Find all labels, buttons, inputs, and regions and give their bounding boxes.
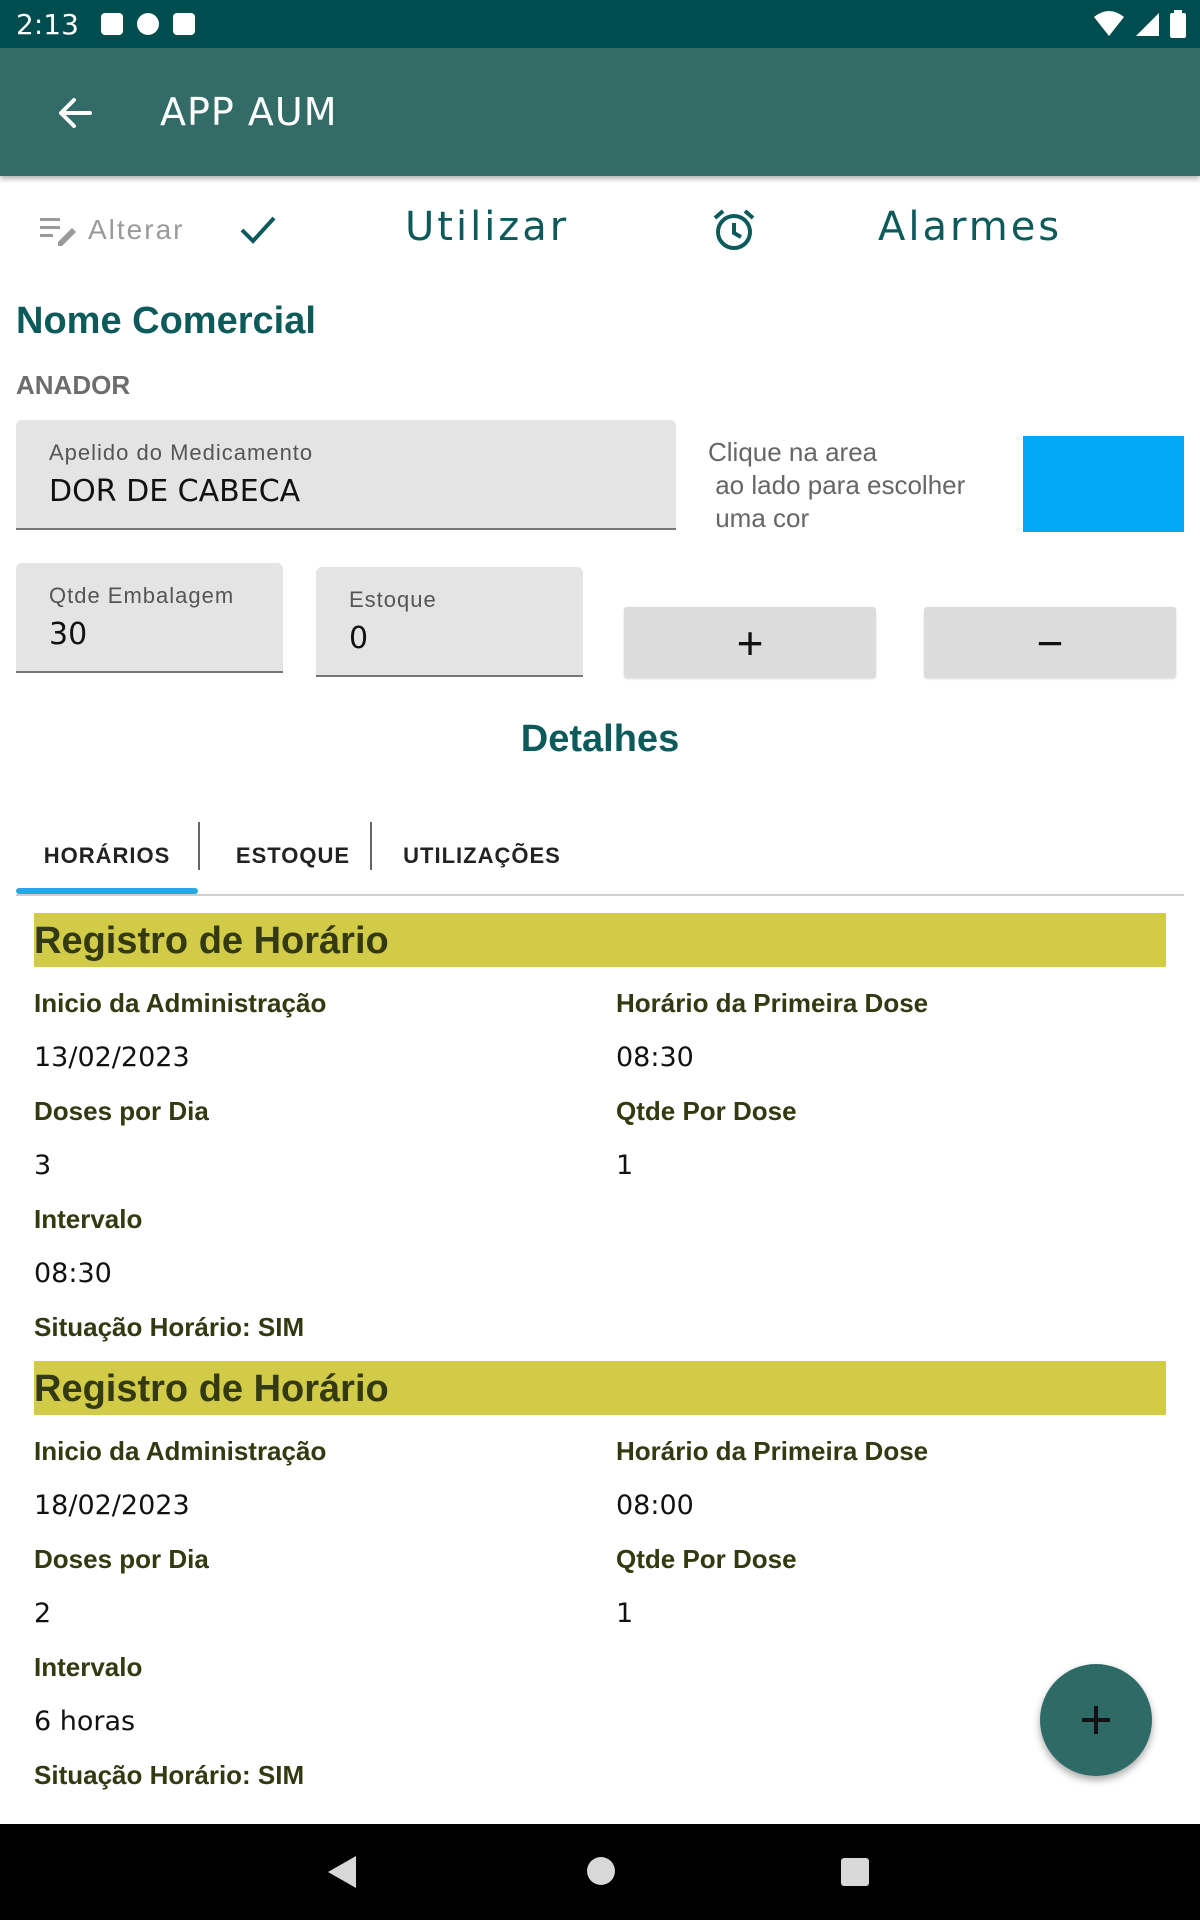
stock-label: Estoque (349, 587, 437, 612)
color-hint-text: Clique na area ao lado para escolher uma… (708, 437, 966, 533)
stock-field[interactable]: Estoque 0 (316, 567, 583, 677)
start-date-label: Inicio da Administração (34, 1436, 327, 1466)
decrement-stock-button[interactable]: − (924, 607, 1176, 678)
commercial-name-value: ANADOR (16, 370, 131, 400)
alarm-clock-icon[interactable] (710, 206, 758, 254)
first-dose-time-value: 08:30 (616, 1042, 694, 1073)
sd-card-icon (172, 13, 195, 35)
app-notification-icon (136, 13, 159, 35)
package-quantity-label: Qtde Embalagem (49, 583, 235, 608)
status-time: 2:13 (16, 7, 79, 41)
back-arrow-icon[interactable] (50, 88, 100, 138)
first-dose-time-label: Horário da Primeira Dose (616, 1436, 929, 1466)
start-date-label: Inicio da Administração (34, 988, 327, 1018)
app-title: APP AUM (160, 90, 338, 134)
battery-icon (1170, 10, 1186, 38)
edit-button[interactable]: Alterar (38, 212, 184, 248)
app-bar: APP AUM (0, 48, 1200, 176)
wifi-icon (1094, 11, 1124, 36)
qty-per-dose-value: 1 (616, 1150, 634, 1181)
nav-back-icon[interactable] (326, 1854, 358, 1890)
qty-per-dose-value: 1 (616, 1598, 634, 1629)
alarms-button[interactable]: Alarmes (878, 204, 1062, 250)
doses-per-day-label: Doses por Dia (34, 1096, 209, 1126)
edit-note-icon (40, 218, 76, 246)
interval-label: Intervalo (34, 1652, 143, 1682)
use-button[interactable]: Utilizar (405, 204, 569, 250)
system-icons (1094, 10, 1186, 38)
tab-horarios[interactable]: HORÁRIOS (16, 818, 198, 894)
start-date-value: 18/02/2023 (34, 1490, 190, 1521)
tab-estoque[interactable]: ESTOQUE (200, 818, 386, 894)
start-date-value: 13/02/2023 (34, 1042, 190, 1073)
nickname-field[interactable]: Apelido do Medicamento DOR DE CABECA (16, 420, 676, 530)
doses-per-day-label: Doses por Dia (34, 1544, 209, 1574)
schedule-status: Situação Horário: SIM (34, 1312, 305, 1342)
package-quantity-value: 30 (49, 617, 88, 652)
doses-per-day-value: 3 (34, 1150, 52, 1181)
notification-icons (100, 13, 195, 35)
color-picker-area[interactable] (1023, 436, 1184, 532)
schedule-status: Situação Horário: SIM (34, 1760, 305, 1790)
interval-label: Intervalo (34, 1204, 143, 1234)
details-heading: Detalhes (520, 718, 680, 760)
action-row: Alterar Utilizar Alarmes (0, 196, 1200, 266)
qty-per-dose-label: Qtde Por Dose (616, 1544, 797, 1574)
details-tabs: HORÁRIOS ESTOQUE UTILIZAÇÕES (16, 818, 1184, 896)
commercial-name-heading: Nome Comercial (16, 300, 316, 342)
signal-icon (1136, 13, 1159, 36)
nav-home-icon[interactable] (586, 1856, 616, 1886)
nickname-label: Apelido do Medicamento (49, 440, 314, 465)
record-header: Registro de Horário (34, 913, 1166, 967)
nav-recents-icon[interactable] (840, 1857, 870, 1887)
qty-per-dose-label: Qtde Por Dose (616, 1096, 797, 1126)
stock-value: 0 (349, 621, 369, 656)
doses-per-day-value: 2 (34, 1598, 52, 1629)
status-bar: 2:13 (0, 0, 1200, 48)
plus-icon (1082, 1706, 1110, 1734)
nickname-value: DOR DE CABECA (49, 474, 301, 509)
system-navigation-bar (0, 1824, 1200, 1920)
tab-selected-indicator (16, 888, 198, 894)
keyboard-notification-icon (100, 13, 123, 35)
tab-utilizacoes[interactable]: UTILIZAÇÕES (372, 818, 592, 894)
first-dose-time-label: Horário da Primeira Dose (616, 988, 929, 1018)
check-icon[interactable] (236, 210, 280, 250)
increment-stock-button[interactable]: + (624, 607, 876, 678)
edit-label: Alterar (88, 214, 185, 245)
record-header: Registro de Horário (34, 1361, 1166, 1415)
add-schedule-fab[interactable] (1040, 1664, 1152, 1776)
package-quantity-field[interactable]: Qtde Embalagem 30 (16, 563, 283, 673)
first-dose-time-value: 08:00 (616, 1490, 694, 1521)
interval-value: 08:30 (34, 1258, 112, 1289)
interval-value: 6 horas (34, 1706, 136, 1737)
